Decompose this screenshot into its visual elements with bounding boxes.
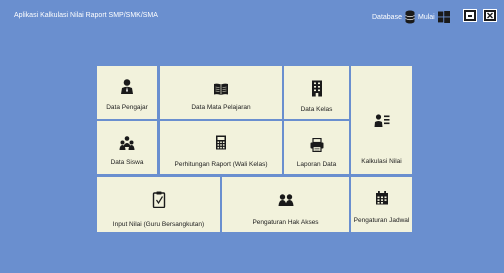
tile-label: Kalkulasi Nilai <box>361 158 402 165</box>
tile-label: Pengaturan Jadwal <box>353 217 410 224</box>
calculator-icon <box>216 135 226 150</box>
tile-data-mata-pelajaran[interactable]: Data Mata Pelajaran <box>160 66 282 119</box>
tile-perhitungan-raport[interactable]: Perhitungan Raport (Wali Kelas) <box>160 121 282 174</box>
close-button[interactable] <box>483 9 497 22</box>
tile-label: Data Mata Pelajaran <box>191 104 251 111</box>
tile-label: Pengaturan Hak Akses <box>252 219 319 226</box>
clipboard-icon <box>152 191 165 208</box>
tile-label: Input Nilai (Guru Bersangkutan) <box>112 221 205 228</box>
tile-data-kelas[interactable]: Data Kelas <box>284 66 349 119</box>
start-label: Mulai <box>418 13 435 21</box>
tile-input-nilai[interactable]: Input Nilai (Guru Bersangkutan) <box>97 177 220 232</box>
tile-laporan-data[interactable]: Laporan Data <box>284 121 349 174</box>
printer-icon <box>310 138 323 152</box>
tile-kalkulasi-nilai[interactable]: Kalkulasi Nilai <box>351 66 412 174</box>
start-button[interactable]: Mulai <box>418 8 450 26</box>
minimize-button[interactable] <box>463 9 477 22</box>
database-button[interactable]: Database <box>372 8 415 26</box>
tile-label: Data Siswa <box>110 159 144 166</box>
calendar-icon <box>375 191 388 205</box>
database-icon <box>405 10 415 24</box>
close-icon <box>486 12 494 19</box>
tile-pengaturan-hak-akses[interactable]: Pengaturan Hak Akses <box>222 177 349 232</box>
app-title: Aplikasi Kalkulasi Nilai Raport SMP/SMK/… <box>14 12 158 19</box>
building-icon <box>311 80 322 97</box>
user-list-icon <box>374 114 389 127</box>
students-icon <box>119 136 135 150</box>
tile-label: Laporan Data <box>296 161 337 168</box>
tile-label: Perhitungan Raport (Wali Kelas) <box>174 161 268 168</box>
windows-icon <box>437 11 450 23</box>
database-label: Database <box>372 13 402 21</box>
minimize-icon <box>466 12 474 19</box>
users-access-icon <box>278 194 293 206</box>
title-bar: Aplikasi Kalkulasi Nilai Raport SMP/SMK/… <box>0 0 504 34</box>
tile-pengaturan-jadwal[interactable]: Pengaturan Jadwal <box>351 177 412 232</box>
tile-label: Data Pengajar <box>106 104 148 111</box>
book-icon <box>214 83 228 95</box>
tile-label: Data Kelas <box>300 106 333 113</box>
teacher-icon <box>121 79 133 94</box>
tile-data-siswa[interactable]: Data Siswa <box>97 121 157 174</box>
tile-data-pengajar[interactable]: Data Pengajar <box>97 66 157 119</box>
